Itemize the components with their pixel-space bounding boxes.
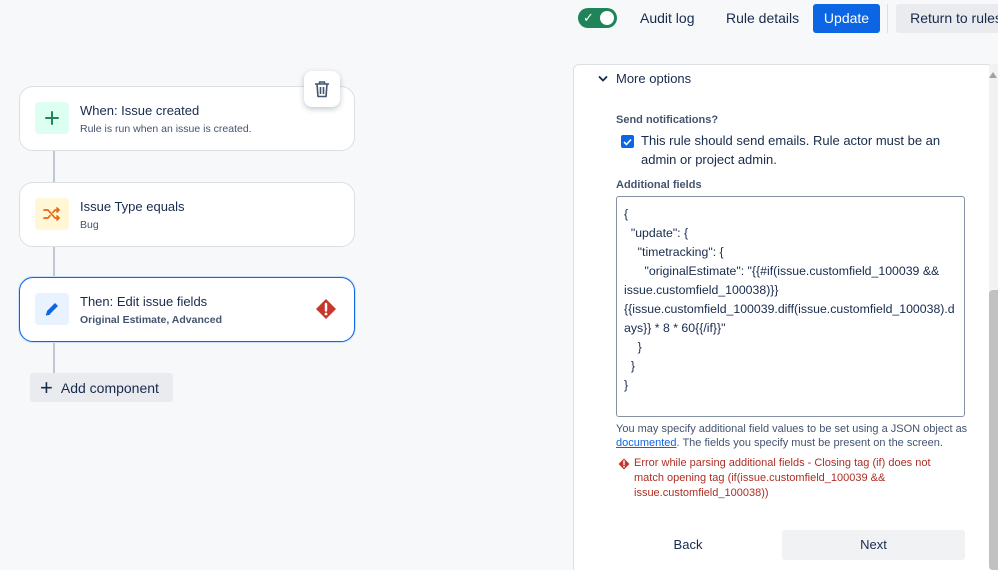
next-button[interactable]: Next — [782, 530, 965, 560]
help-suffix: . The fields you specify must be present… — [676, 437, 943, 449]
add-component-button[interactable]: + Add component — [30, 373, 173, 402]
additional-fields-help: You may specify additional field values … — [616, 422, 968, 450]
warning-diamond-icon — [618, 458, 630, 470]
send-notifications-checkbox[interactable] — [621, 135, 634, 148]
more-options-label: More options — [616, 71, 692, 86]
additional-fields-label: Additional fields — [616, 179, 702, 191]
plus-icon: + — [40, 374, 53, 400]
chevron-down-icon — [598, 75, 608, 82]
pencil-icon — [35, 293, 69, 325]
audit-log-button[interactable]: Audit log — [630, 4, 704, 33]
warning-diamond-icon — [315, 298, 337, 325]
send-notifications-text: This rule should send emails. Rule actor… — [641, 133, 941, 167]
toggle-knob — [600, 11, 614, 25]
rule-details-button[interactable]: Rule details — [716, 4, 809, 33]
scroll-up-arrow[interactable] — [989, 72, 997, 78]
action-subtitle: Original Estimate, Advanced — [80, 314, 222, 326]
help-prefix: You may specify additional field values … — [616, 423, 968, 435]
action-title: Then: Edit issue fields — [80, 294, 208, 309]
rule-enabled-toggle[interactable]: ✓ — [578, 8, 617, 28]
trigger-subtitle: Rule is run when an issue is created. — [80, 123, 252, 135]
more-options-toggle[interactable]: More options — [598, 71, 691, 86]
documented-link[interactable]: documented — [616, 437, 677, 449]
error-message: Error while parsing additional fields - … — [616, 456, 956, 501]
add-component-label: Add component — [60, 379, 159, 396]
component-config-panel: More options Send notifications? This ru… — [573, 64, 998, 570]
action-node[interactable]: Then: Edit issue fields Original Estimat… — [19, 277, 355, 342]
check-icon — [623, 138, 632, 146]
plus-icon — [35, 102, 69, 134]
send-notifications-label: Send notifications? — [616, 114, 719, 126]
return-to-rules-button[interactable]: Return to rules — [896, 4, 998, 33]
additional-fields-textarea[interactable]: { "update": { "timetracking": { "origina… — [616, 196, 965, 417]
flow-connector — [53, 246, 55, 277]
trigger-title: When: Issue created — [80, 103, 200, 118]
condition-node[interactable]: Issue Type equals Bug — [19, 182, 355, 247]
top-toolbar: ✓ Audit log Rule details Update Return t… — [0, 0, 998, 38]
error-text: Error while parsing additional fields - … — [634, 457, 931, 499]
delete-component-button[interactable] — [304, 71, 340, 107]
flow-connector — [53, 342, 55, 374]
flow-connector — [53, 150, 55, 183]
condition-subtitle: Bug — [80, 219, 99, 231]
check-icon: ✓ — [583, 10, 594, 25]
scrollbar-thumb[interactable] — [989, 290, 998, 570]
shuffle-icon — [35, 198, 69, 230]
update-button[interactable]: Update — [813, 4, 880, 33]
back-button[interactable]: Back — [660, 530, 716, 560]
toolbar-divider — [887, 4, 888, 33]
trash-icon — [315, 81, 329, 98]
condition-title: Issue Type equals — [80, 199, 185, 214]
